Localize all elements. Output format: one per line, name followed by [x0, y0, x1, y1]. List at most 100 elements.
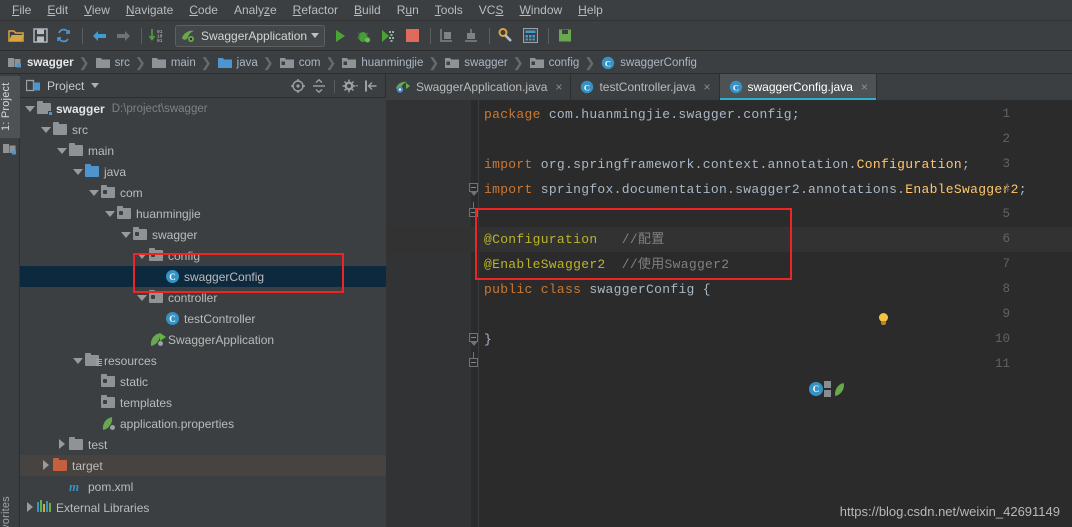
back-arrow-icon[interactable] [88, 25, 110, 47]
project-structure-icon[interactable] [519, 25, 541, 47]
collapse-all-icon[interactable] [310, 77, 328, 95]
breadcrumb-item-swagger[interactable]: swagger [442, 52, 509, 74]
sidebar-item-favorites[interactable]: 2: Favorites [0, 489, 20, 527]
settings-wrench-icon[interactable] [495, 25, 517, 47]
run-configuration-selector[interactable]: SwaggerApplication [175, 24, 325, 47]
breadcrumb-separator: ❯ [200, 54, 212, 70]
tree-row[interactable]: CswaggerConfig [20, 266, 386, 287]
chevron-right-icon[interactable] [40, 460, 51, 471]
tree-row[interactable]: swagger D:\project\swagger [20, 98, 386, 119]
chevron-down-icon[interactable] [72, 166, 83, 177]
chevron-down-icon[interactable] [311, 33, 319, 38]
menu-item-help[interactable]: Help [570, 1, 611, 19]
export-project-icon[interactable] [460, 25, 482, 47]
project-panel-title: Project [47, 78, 85, 93]
chevron-right-icon[interactable] [24, 502, 35, 513]
chevron-down-icon[interactable] [72, 355, 83, 366]
breadcrumb-item-swaggerconfig[interactable]: CswaggerConfig [598, 52, 699, 74]
chevron-down-icon[interactable] [40, 124, 51, 135]
code-fold-marker[interactable] [469, 352, 480, 377]
chevron-down-icon[interactable] [56, 145, 67, 156]
menu-item-edit[interactable]: Edit [39, 1, 76, 19]
tree-row[interactable]: com [20, 182, 386, 203]
chevron-down-icon[interactable] [104, 208, 115, 219]
tree-row[interactable]: m pom.xml [20, 476, 386, 497]
menu-item-run[interactable]: Run [389, 1, 427, 19]
tree-row[interactable]: target [20, 455, 386, 476]
run-icon[interactable] [329, 25, 351, 47]
menu-item-refactor[interactable]: Refactor [285, 1, 346, 19]
menu-item-window[interactable]: Window [511, 1, 570, 19]
locate-target-icon[interactable] [289, 77, 307, 95]
breadcrumb-item-swagger[interactable]: swagger [5, 52, 76, 74]
save-state-icon[interactable] [554, 25, 576, 47]
close-icon[interactable]: × [555, 81, 562, 93]
close-icon[interactable]: × [703, 81, 710, 93]
tree-row[interactable]: test [20, 434, 386, 455]
sync-refresh-icon[interactable] [53, 25, 75, 47]
tree-row[interactable]: External Libraries [20, 497, 386, 518]
tree-row[interactable]: src [20, 119, 386, 140]
chevron-down-icon[interactable] [120, 229, 131, 240]
forward-arrow-icon[interactable] [112, 25, 134, 47]
debug-icon[interactable] [353, 25, 375, 47]
class-run-gutter-icon[interactable]: C [809, 381, 849, 399]
code-fold-marker[interactable] [469, 202, 480, 227]
tree-row[interactable]: CtestController [20, 308, 386, 329]
show-diff-icon[interactable]: 01 10 01 [147, 25, 169, 47]
open-folder-icon[interactable] [5, 25, 27, 47]
chevron-down-icon[interactable] [136, 250, 147, 261]
hide-panel-icon[interactable] [362, 77, 380, 95]
sidebar-item-project[interactable]: 1: Project [0, 76, 20, 138]
menu-item-build[interactable]: Build [346, 1, 389, 19]
chevron-down-icon[interactable] [24, 103, 35, 114]
editor-tab[interactable]: SwaggerApplication.java × [386, 74, 572, 100]
breadcrumb-item-main[interactable]: main [149, 52, 198, 74]
breadcrumb-item-huanmingjie[interactable]: huanmingjie [339, 52, 425, 74]
svg-text:01: 01 [157, 38, 163, 43]
tree-row[interactable]: application.properties [20, 413, 386, 434]
menu-item-view[interactable]: View [76, 1, 118, 19]
save-all-icon[interactable] [29, 25, 51, 47]
tree-row[interactable]: swagger [20, 224, 386, 245]
import-project-icon[interactable] [436, 25, 458, 47]
editor-tab[interactable]: CswaggerConfig.java × [719, 74, 877, 100]
tree-row[interactable]: controller [20, 287, 386, 308]
chevron-down-icon[interactable] [136, 292, 147, 303]
code-editor[interactable]: package com.huanmingjie.swagger.config; i… [386, 100, 1072, 527]
tree-row-label: static [120, 374, 149, 389]
tree-row[interactable]: java [20, 161, 386, 182]
menu-item-navigate[interactable]: Navigate [118, 1, 181, 19]
chevron-down-icon[interactable] [88, 187, 99, 198]
menu-item-tools[interactable]: Tools [427, 1, 471, 19]
menu-item-analyze[interactable]: Analyze [226, 1, 285, 19]
close-icon[interactable]: × [861, 81, 868, 93]
menu-item-vcs[interactable]: VCS [471, 1, 512, 19]
tree-row[interactable]: templates [20, 392, 386, 413]
toolbar-separator [141, 27, 142, 44]
menu-item-file[interactable]: File [4, 1, 39, 19]
tree-row[interactable]: SwaggerApplication [20, 329, 386, 350]
chevron-right-icon[interactable] [56, 439, 67, 450]
settings-gear-icon[interactable] [341, 77, 359, 95]
code-fold-marker[interactable] [469, 177, 480, 202]
tree-row[interactable]: huanmingjie [20, 203, 386, 224]
intention-bulb-icon[interactable] [877, 313, 890, 327]
tree-row[interactable]: config [20, 245, 386, 266]
editor-tab[interactable]: CtestController.java × [571, 74, 720, 100]
chevron-down-icon[interactable] [91, 83, 100, 88]
breadcrumb-item-com[interactable]: com [277, 52, 323, 74]
breadcrumb-item-config[interactable]: config [527, 52, 582, 74]
menu-item-code[interactable]: Code [181, 1, 226, 19]
code-folding-column[interactable] [386, 100, 1072, 527]
run-with-coverage-icon[interactable] [377, 25, 399, 47]
code-fold-marker[interactable] [469, 327, 480, 352]
stop-icon[interactable] [401, 25, 423, 47]
project-tree[interactable]: swagger D:\project\swagger src main java com h… [20, 98, 386, 527]
tree-row[interactable]: main [20, 140, 386, 161]
tree-row[interactable]: resources [20, 350, 386, 371]
breadcrumb-item-java[interactable]: java [215, 52, 260, 74]
tree-row[interactable]: static [20, 371, 386, 392]
breadcrumb-item-label: main [170, 56, 196, 69]
breadcrumb-item-src[interactable]: src [93, 52, 132, 74]
